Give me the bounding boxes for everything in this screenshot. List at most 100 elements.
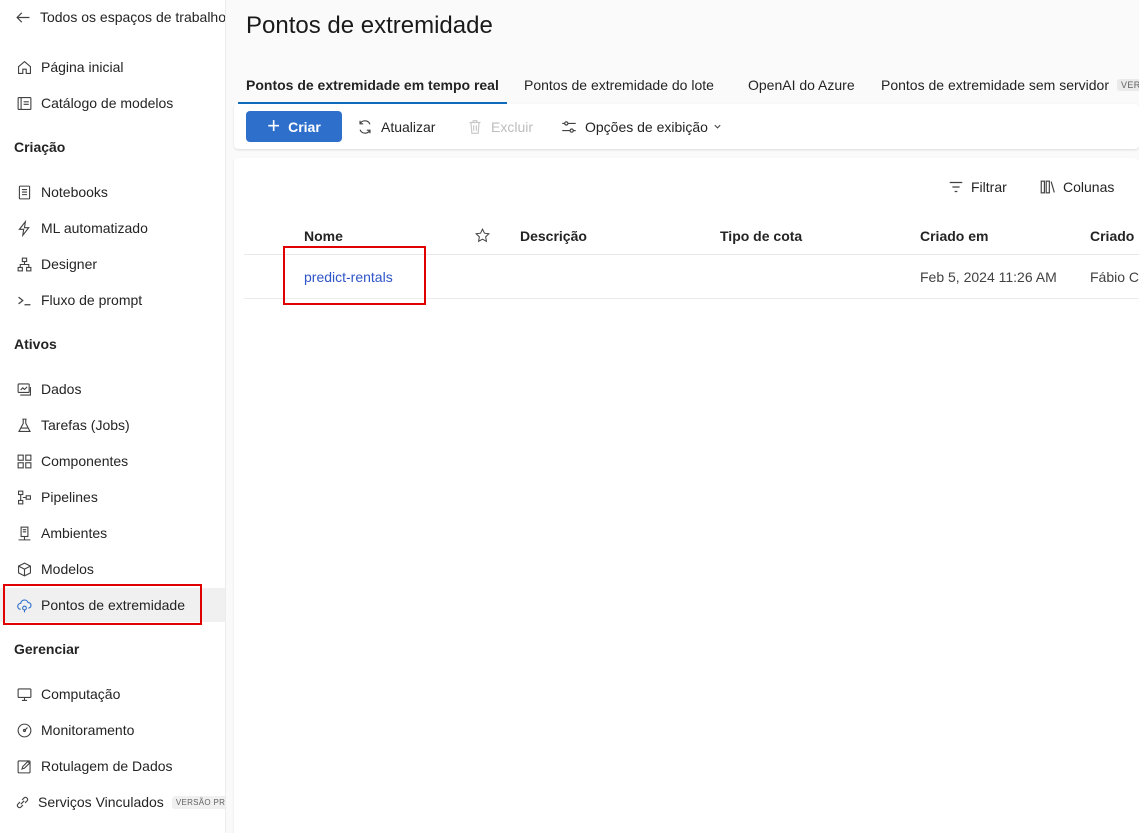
sidebar-item-label: Modelos [41, 561, 94, 577]
sidebar-item-jobs[interactable]: Tarefas (Jobs) [0, 408, 225, 442]
highlight-box-endpoints [3, 584, 202, 625]
arrow-left-icon [14, 7, 33, 27]
page-title: Pontos de extremidade [246, 12, 493, 39]
created-by-text: Fábio Ca [1090, 269, 1139, 285]
tab-realtime[interactable]: Pontos de extremidade em tempo real [234, 66, 511, 104]
star-icon [475, 227, 490, 243]
view-options-button[interactable]: Opções de exibição [560, 111, 729, 142]
sidebar-item-designer[interactable]: Designer [0, 247, 225, 281]
gauge-icon [14, 720, 34, 740]
sliders-icon [562, 120, 576, 133]
back-to-workspaces[interactable]: Todos os espaços de trabalho [0, 0, 226, 34]
sidebar: Todos os espaços de trabalho Página inic… [0, 0, 226, 833]
section-title-manage: Gerenciar [14, 641, 80, 657]
favorite-column-header[interactable] [474, 216, 491, 255]
sidebar-item-environments[interactable]: Ambientes [0, 516, 225, 550]
tab-label: OpenAI do Azure [748, 77, 855, 93]
link-icon [14, 792, 31, 812]
create-button[interactable]: + Criar [246, 111, 342, 142]
cell-created-on: Feb 5, 2024 11:26 AM [920, 255, 1057, 299]
components-icon [14, 451, 34, 471]
columns-icon [1040, 180, 1055, 194]
delete-label: Excluir [491, 118, 534, 135]
sidebar-item-label: Notebooks [41, 184, 108, 200]
tab-batch[interactable]: Pontos de extremidade do lote [512, 66, 726, 104]
filter-button[interactable]: Filtrar [947, 176, 1007, 198]
sidebar-item-automl[interactable]: ML automatizado [0, 211, 225, 245]
sidebar-item-catalog[interactable]: Catálogo de modelos [0, 86, 225, 120]
sidebar-item-label: Ambientes [41, 525, 108, 541]
notebook-icon [14, 182, 34, 202]
cell-created-by: Fábio Ca [1090, 255, 1139, 299]
tab-label: Pontos de extremidade em tempo real [246, 77, 499, 93]
header-label: Criado p [1090, 227, 1139, 244]
toolbar: + Criar Atualizar Excluir Opções de exib… [234, 104, 1139, 149]
column-header-description[interactable]: Descrição [520, 216, 587, 255]
sidebar-item-label: Fluxo de prompt [41, 292, 143, 308]
columns-label: Colunas [1063, 179, 1115, 195]
environment-icon [14, 523, 34, 543]
sidebar-item-components[interactable]: Componentes [0, 444, 225, 478]
sidebar-item-label: ML automatizado [41, 220, 148, 236]
create-label: Criar [288, 118, 321, 135]
sidebar-item-label: Serviços Vinculados [38, 794, 164, 810]
delete-button[interactable]: Excluir [466, 111, 533, 142]
tab-openai[interactable]: OpenAI do Azure [736, 66, 867, 104]
tab-serverless[interactable]: Pontos de extremidade sem servidor VERS [869, 66, 1139, 104]
sidebar-item-models[interactable]: Modelos [0, 552, 225, 586]
label-edit-icon [14, 756, 34, 776]
sidebar-item-home[interactable]: Página inicial [0, 50, 225, 84]
sidebar-item-label: Página inicial [41, 59, 124, 75]
column-header-created-on[interactable]: Criado em [920, 216, 988, 255]
sidebar-item-label: Catálogo de modelos [41, 95, 174, 111]
back-label: Todos os espaços de trabalho [39, 9, 226, 25]
header-label: Criado em [920, 227, 989, 244]
sidebar-item-promptflow[interactable]: Fluxo de prompt [0, 283, 225, 317]
filter-icon [949, 181, 963, 193]
header-label: Nome [304, 227, 343, 244]
sidebar-item-label: Computação [41, 686, 121, 702]
sidebar-item-label: Dados [41, 381, 82, 397]
sidebar-item-labeling[interactable]: Rotulagem de Dados [0, 749, 225, 783]
column-header-created-by[interactable]: Criado p [1090, 216, 1139, 255]
sidebar-item-compute[interactable]: Computação [0, 677, 225, 711]
filter-label: Filtrar [971, 179, 1007, 195]
section-title-create: Criação [14, 139, 66, 155]
columns-button[interactable]: Colunas [1039, 176, 1114, 198]
sidebar-item-data[interactable]: Dados [0, 372, 225, 406]
header-label: Tipo de cota [720, 227, 803, 244]
sidebar-item-label: Tarefas (Jobs) [41, 417, 130, 433]
home-icon [14, 57, 34, 77]
chevron-down-icon [714, 124, 721, 129]
sidebar-item-label: Componentes [41, 453, 129, 469]
refresh-icon [359, 119, 371, 134]
sidebar-item-label: Designer [41, 256, 98, 272]
prompt-icon [14, 290, 34, 310]
catalog-icon [14, 93, 34, 113]
sidebar-item-pipelines[interactable]: Pipelines [0, 480, 225, 514]
refresh-button[interactable]: Atualizar [356, 111, 435, 142]
sidebar-item-linked[interactable]: Serviços Vinculados VERSÃO PRÉVIA [0, 785, 225, 819]
tab-label: Pontos de extremidade do lote [524, 77, 714, 93]
view-options-label: Opções de exibição [585, 118, 708, 135]
data-icon [14, 379, 34, 399]
main-content: Pontos de extremidade Pontos de extremid… [227, 0, 1139, 833]
cube-icon [14, 559, 34, 579]
lightning-icon [14, 218, 34, 238]
preview-badge: VERS [1117, 79, 1139, 91]
sidebar-item-notebooks[interactable]: Notebooks [0, 175, 225, 209]
column-header-quota-type[interactable]: Tipo de cota [720, 216, 802, 255]
tab-label: Pontos de extremidade sem servidor [881, 77, 1109, 93]
preview-badge: VERSÃO PRÉVIA [171, 795, 225, 809]
refresh-label: Atualizar [381, 118, 436, 135]
monitor-icon [14, 684, 34, 704]
sidebar-item-label: Rotulagem de Dados [41, 758, 173, 774]
sidebar-item-monitoring[interactable]: Monitoramento [0, 713, 225, 747]
trash-icon [469, 119, 481, 134]
header-label: Descrição [520, 227, 587, 244]
section-title-assets: Ativos [14, 336, 57, 352]
flask-icon [14, 415, 34, 435]
pipeline-icon [14, 487, 34, 507]
designer-icon [14, 254, 34, 274]
plus-icon: + [267, 112, 281, 138]
